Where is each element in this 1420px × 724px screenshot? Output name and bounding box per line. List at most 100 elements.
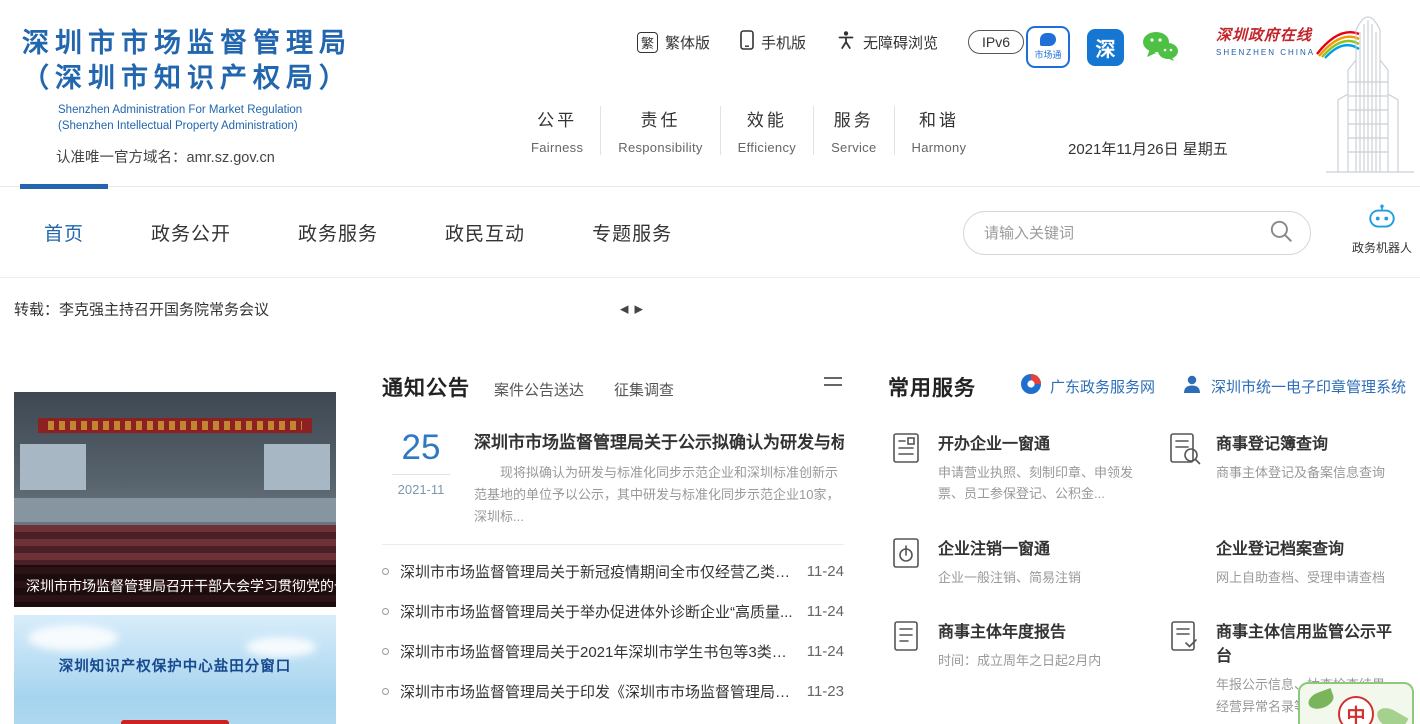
meeting-banner	[38, 418, 312, 433]
featured-day: 25	[382, 428, 460, 468]
value-responsibility: 责任 Responsibility	[600, 106, 719, 155]
building-illustration	[1316, 0, 1420, 181]
ticker-nav-arrows[interactable]: ◀▶	[620, 303, 649, 316]
robot-icon	[1366, 219, 1398, 236]
annual-report-icon	[888, 618, 924, 717]
notice-link[interactable]: 深圳市市场监督管理局关于印发《深圳市市场监督管理局商...	[400, 681, 793, 702]
leaf-icon	[1306, 688, 1336, 712]
mobile-version-link[interactable]: 手机版	[740, 30, 806, 54]
service-desc: 申请营业执照、刻制印章、申领发票、员工参保登记、公积金...	[938, 462, 1146, 505]
site-title-en1: Shenzhen Administration For Market Regul…	[58, 103, 382, 119]
value-en: Service	[831, 140, 876, 155]
services-external-links: 广东政务服务网 深圳市统一电子印章管理系统	[1020, 373, 1406, 399]
notice-list: 深圳市市场监督管理局关于新冠疫情期间全市仅经营乙类非... 11-24 深圳市市…	[382, 551, 844, 711]
value-en: Efficiency	[738, 140, 796, 155]
carousel-slide-ceremony[interactable]: 深圳知识产权保护中心盐田分窗口 揭牌仪式	[14, 615, 336, 724]
gov-robot-button[interactable]: 政务机器人	[1345, 204, 1419, 256]
carousel-slide-meeting[interactable]: 深圳市市场监督管理局召开干部大会学习贯彻党的十…	[14, 392, 336, 607]
notice-row: 深圳市市场监督管理局关于举办促进体外诊断企业“高质量... 11-24	[382, 591, 844, 631]
zhong-badge: 中	[1338, 696, 1374, 724]
traditional-label: 繁体版	[665, 32, 710, 53]
guangdong-gov-icon	[1020, 373, 1042, 399]
notice-date: 11-24	[807, 603, 844, 620]
credit-platform-icon	[1166, 618, 1202, 717]
search-icon[interactable]	[1268, 218, 1294, 249]
seal-system-label: 深圳市统一电子印章管理系统	[1211, 376, 1406, 397]
featured-notice-title[interactable]: 深圳市市场监督管理局关于公示拟确认为研发与标...	[474, 428, 844, 453]
divider	[382, 544, 844, 545]
wechat-icon[interactable]	[1141, 30, 1179, 64]
notice-link[interactable]: 深圳市市场监督管理局关于新冠疫情期间全市仅经营乙类非...	[400, 561, 793, 582]
seal-system-link[interactable]: 深圳市统一电子印章管理系统	[1181, 373, 1406, 399]
service-title: 商事登记簿查询	[1216, 430, 1385, 454]
notice-date: 11-23	[807, 683, 844, 700]
floating-widget[interactable]: 中	[1298, 682, 1414, 724]
services-title: 常用服务	[888, 372, 976, 402]
notice-header: 通知公告 案件公告送达 征集调查	[382, 372, 844, 402]
tab-case-announcements[interactable]: 案件公告送达	[494, 379, 584, 400]
value-en: Harmony	[912, 140, 967, 155]
service-deregister[interactable]: 企业注销一窗通 企业一般注销、简易注销	[888, 535, 1146, 588]
notice-tabs: 案件公告送达 征集调查	[494, 379, 674, 400]
cloud-shape	[28, 625, 118, 651]
site-logo[interactable]: 深圳市市场监督管理局 （深圳市知识产权局） Shenzhen Administr…	[22, 26, 382, 167]
meeting-screen-left	[20, 444, 86, 490]
value-harmony: 和谐 Harmony	[894, 106, 984, 155]
service-desc: 商事主体登记及备案信息查询	[1216, 462, 1385, 483]
ishenzhen-app-icon[interactable]: 深	[1087, 29, 1124, 66]
search-input[interactable]	[984, 225, 1268, 242]
shichangtong-app-icon[interactable]: 市场通	[1026, 26, 1070, 68]
value-cn: 效能	[738, 106, 796, 131]
notice-link[interactable]: 深圳市市场监督管理局关于举办促进体外诊断企业“高质量...	[400, 601, 793, 622]
services-section: 常用服务 广东政务服务网 深圳市统一电子印章管理系统 开办企	[888, 372, 1406, 717]
value-fairness: 公平 Fairness	[514, 106, 600, 155]
notice-date: 11-24	[807, 563, 844, 580]
ipv6-badge[interactable]: IPv6	[968, 30, 1024, 54]
carousel-caption: 深圳市市场监督管理局召开干部大会学习贯彻党的十…	[14, 565, 336, 607]
traditional-version-link[interactable]: 繁 繁体版	[637, 32, 710, 53]
featured-date-block: 25 2021-11	[382, 428, 460, 528]
notice-date: 11-24	[807, 643, 844, 660]
nav-home[interactable]: 首页	[44, 219, 84, 246]
nav-special-services[interactable]: 专题服务	[592, 219, 672, 246]
bullet-icon	[382, 608, 389, 615]
accessibility-label: 无障碍浏览	[863, 32, 938, 53]
service-registry-search[interactable]: 商事登记簿查询 商事主体登记及备案信息查询	[1166, 430, 1406, 505]
traditional-icon: 繁	[637, 32, 658, 53]
gov-logo-cn: 深圳政府在线	[1216, 24, 1315, 45]
service-title: 商事主体年度报告	[938, 618, 1101, 642]
nav-interaction[interactable]: 政民互动	[445, 219, 525, 246]
service-title: 企业登记档案查询	[1216, 535, 1385, 559]
featured-notice: 25 2021-11 深圳市市场监督管理局关于公示拟确认为研发与标... 现将拟…	[382, 428, 844, 528]
service-company-open[interactable]: 开办企业一窗通 申请营业执照、刻制印章、申领发票、员工参保登记、公积金...	[888, 430, 1146, 505]
service-title: 企业注销一窗通	[938, 535, 1081, 559]
photo-carousel: 深圳市市场监督管理局召开干部大会学习贯彻党的十… 深圳知识产权保护中心盐田分窗口…	[14, 372, 336, 724]
ticker-headline[interactable]: 转载：李克强主持召开国务院常务会议	[14, 299, 269, 320]
mobile-label: 手机版	[761, 32, 806, 53]
value-efficiency: 效能 Efficiency	[720, 106, 813, 155]
ceremony-banner: 揭牌仪式	[121, 720, 229, 724]
notice-section: 通知公告 案件公告送达 征集调查 25 2021-11 深圳市市场监督管理局关于…	[382, 372, 844, 711]
more-icon[interactable]	[824, 377, 842, 391]
guangdong-gov-link[interactable]: 广东政务服务网	[1020, 373, 1155, 399]
nav-gov-info[interactable]: 政务公开	[151, 219, 231, 246]
service-title: 开办企业一窗通	[938, 430, 1146, 454]
page: 深圳市市场监督管理局 （深圳市知识产权局） Shenzhen Administr…	[0, 0, 1420, 724]
services-grid: 开办企业一窗通 申请营业执照、刻制印章、申领发票、员工参保登记、公积金... 商…	[888, 430, 1406, 717]
value-cn: 责任	[618, 106, 702, 131]
value-cn: 公平	[531, 106, 583, 131]
robot-label: 政务机器人	[1345, 239, 1419, 256]
notice-row: 深圳市市场监督管理局关于印发《深圳市市场监督管理局商... 11-23	[382, 671, 844, 711]
accessibility-link[interactable]: 无障碍浏览	[836, 30, 938, 54]
notice-row: 深圳市市场监督管理局关于2021年深圳市学生书包等3类产... 11-24	[382, 631, 844, 671]
nav-gov-services[interactable]: 政务服务	[298, 219, 378, 246]
notice-link[interactable]: 深圳市市场监督管理局关于2021年深圳市学生书包等3类产...	[400, 641, 793, 662]
search-box[interactable]	[963, 211, 1311, 255]
service-archive-search[interactable]: 企业登记档案查询 网上自助查档、受理申请查档	[1166, 535, 1406, 588]
service-annual-report[interactable]: 商事主体年度报告 时间：成立周年之日起2月内	[888, 618, 1146, 717]
core-values: 公平 Fairness 责任 Responsibility 效能 Efficie…	[514, 106, 983, 155]
chat-bubble-icon	[1040, 33, 1056, 46]
ceremony-title: 深圳知识产权保护中心盐田分窗口	[14, 655, 336, 676]
tab-surveys[interactable]: 征集调查	[614, 379, 674, 400]
service-title: 商事主体信用监管公示平台	[1216, 618, 1406, 666]
